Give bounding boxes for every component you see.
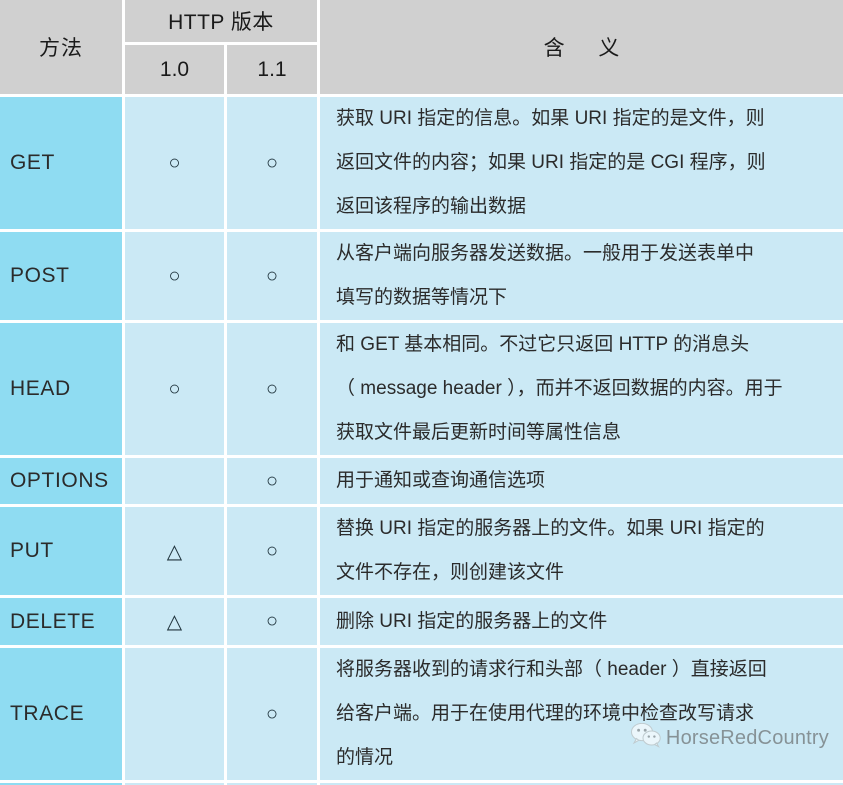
support-cell-http-1-1: ○ xyxy=(227,97,321,232)
meaning-cell: 和 GET 基本相同。不过它只返回 HTTP 的消息头 （ message hea… xyxy=(320,323,843,458)
support-cell-http-1-1: ○ xyxy=(227,598,321,648)
meaning-line: 获取 URI 指定的信息。如果 URI 指定的是文件，则 xyxy=(336,108,765,129)
meaning-line: 给客户端。用于在使用代理的环境中检查改写请求 xyxy=(336,703,755,724)
header-method: 方法 xyxy=(0,0,125,97)
meaning-cell: 将服务器收到的请求行和头部（ header ）直接返回 给客户端。用于在使用代理的… xyxy=(320,648,843,783)
table-row: PUT △ ○ 替换 URI 指定的服务器上的文件。如果 URI 指定的 文件不存在，则… xyxy=(0,507,843,598)
meaning-line: （ message header ），而并不返回数据的内容。用于 xyxy=(336,378,783,399)
table-header-row-1: 方法 HTTP 版本 含 义 xyxy=(0,0,843,97)
header-version-1-1: 1.1 xyxy=(227,45,321,97)
table-row: POST ○ ○ 从客户端向服务器发送数据。一般用于发送表单中 填写的数据等情况下 xyxy=(0,232,843,323)
table-row: OPTIONS ○ 用于通知或查询通信选项 xyxy=(0,458,843,507)
meaning-line: 的情况 xyxy=(336,747,394,768)
meaning-cell: 获取 URI 指定的信息。如果 URI 指定的是文件，则 返回文件的内容；如果 U… xyxy=(320,97,843,232)
support-cell-http-1-0: ○ xyxy=(125,97,227,232)
support-cell-http-1-1: ○ xyxy=(227,232,321,323)
meaning-cell: 删除 URI 指定的服务器上的文件 xyxy=(320,598,843,648)
table-row: HEAD ○ ○ 和 GET 基本相同。不过它只返回 HTTP 的消息头（ messa… xyxy=(0,323,843,458)
meaning-cell: 用于通知或查询通信选项 xyxy=(320,458,843,507)
support-cell-http-1-0: ○ xyxy=(125,323,227,458)
header-version-1-0: 1.0 xyxy=(125,45,227,97)
header-http-version: HTTP 版本 xyxy=(125,0,321,45)
support-cell-http-1-0: △ xyxy=(125,507,227,598)
meaning-cell: 替换 URI 指定的服务器上的文件。如果 URI 指定的 文件不存在，则创建该文件 xyxy=(320,507,843,598)
meaning-line: 填写的数据等情况下 xyxy=(336,287,508,308)
method-name-cell: DELETE xyxy=(0,598,125,648)
method-name-cell: TRACE xyxy=(0,648,125,783)
support-cell-http-1-1: ○ xyxy=(227,507,321,598)
meaning-line: 删除 URI 指定的服务器上的文件 xyxy=(336,610,608,632)
meaning-line: 用于通知或查询通信选项 xyxy=(336,470,546,491)
support-cell-http-1-0: △ xyxy=(125,598,227,648)
support-cell-http-1-1: ○ xyxy=(227,458,321,507)
method-name-cell: GET xyxy=(0,97,125,232)
method-name-cell: OPTIONS xyxy=(0,458,125,507)
support-cell-http-1-1: ○ xyxy=(227,648,321,783)
table-row: DELETE △ ○ 删除 URI 指定的服务器上的文件 xyxy=(0,598,843,648)
meaning-line: 将服务器收到的请求行和头部（ header ）直接返回 xyxy=(336,659,767,680)
meaning-line: 返回文件的内容；如果 URI 指定的是 CGI 程序，则 xyxy=(336,152,766,173)
http-methods-table: 方法 HTTP 版本 含 义 1.0 1.1 GET ○ ○ 获取 URI 指定的信息… xyxy=(0,0,843,785)
meaning-line: 从客户端向服务器发送数据。一般用于发送表单中 xyxy=(336,243,755,264)
table-header: 方法 HTTP 版本 含 义 1.0 1.1 xyxy=(0,0,843,97)
method-name-cell: HEAD xyxy=(0,323,125,458)
meaning-line: 文件不存在，则创建该文件 xyxy=(336,562,565,583)
header-meaning-label: 含 义 xyxy=(543,37,634,60)
header-meaning: 含 义 xyxy=(320,0,843,97)
meaning-line: 获取文件最后更新时间等属性信息 xyxy=(336,422,622,443)
table-row: TRACE ○ 将服务器收到的请求行和头部（ header ）直接返回 给客户端。用于… xyxy=(0,648,843,783)
method-name-cell: POST xyxy=(0,232,125,323)
meaning-line: 和 GET 基本相同。不过它只返回 HTTP 的消息头 xyxy=(336,334,750,355)
support-cell-http-1-1: ○ xyxy=(227,323,321,458)
support-cell-http-1-0: ○ xyxy=(125,232,227,323)
support-cell-http-1-0 xyxy=(125,648,227,783)
method-name-cell: PUT xyxy=(0,507,125,598)
support-cell-http-1-0 xyxy=(125,458,227,507)
meaning-cell: 从客户端向服务器发送数据。一般用于发送表单中 填写的数据等情况下 xyxy=(320,232,843,323)
table-body: GET ○ ○ 获取 URI 指定的信息。如果 URI 指定的是文件，则 返回文件的内容… xyxy=(0,97,843,785)
meaning-line: 返回该程序的输出数据 xyxy=(336,196,527,217)
table-row: GET ○ ○ 获取 URI 指定的信息。如果 URI 指定的是文件，则 返回文件的内容… xyxy=(0,97,843,232)
meaning-line: 替换 URI 指定的服务器上的文件。如果 URI 指定的 xyxy=(336,518,765,539)
http-methods-table-page: 方法 HTTP 版本 含 义 1.0 1.1 GET ○ ○ 获取 URI 指定的信息… xyxy=(0,0,843,785)
